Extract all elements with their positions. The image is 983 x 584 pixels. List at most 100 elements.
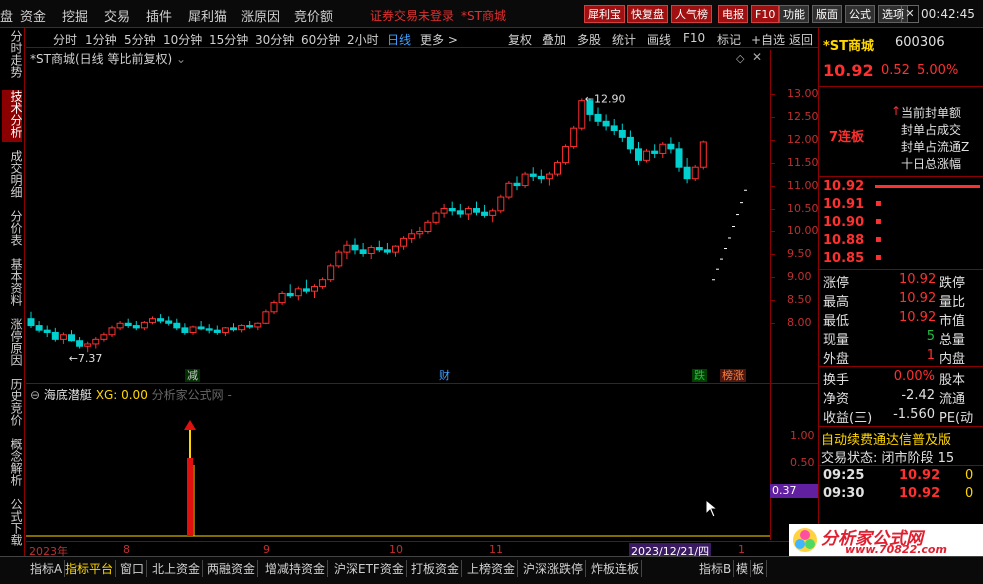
candle[interactable] [238,324,246,333]
menu-item-funds[interactable]: 资金 [20,6,46,25]
candle[interactable] [643,148,651,163]
candle[interactable] [108,325,116,338]
candle[interactable] [497,194,505,214]
candle[interactable] [311,284,318,299]
candle[interactable] [464,206,472,220]
candle[interactable] [59,332,67,344]
function-button[interactable]: 功能 [779,5,809,23]
candle[interactable] [440,203,448,218]
candle[interactable] [375,240,383,253]
menu-item-xilimao[interactable]: 犀利猫 [188,6,227,25]
candle[interactable] [149,316,156,325]
candle[interactable] [675,141,683,172]
candle[interactable] [319,277,327,289]
candle[interactable] [610,119,618,136]
candle[interactable] [213,325,221,335]
login-warning[interactable]: 证券交易未登录 [370,7,454,24]
candle[interactable] [424,220,432,234]
candle[interactable] [683,158,691,184]
quick-review-button[interactable]: 快复盘 [627,5,668,23]
period-15min[interactable]: 15分钟 [209,31,248,48]
event-marker-finance[interactable]: 财 [437,369,452,382]
candle[interactable] [392,245,399,257]
candle[interactable] [699,140,707,170]
period-60min[interactable]: 60分钟 [301,31,340,48]
candle[interactable] [545,171,553,186]
candle[interactable] [562,144,570,165]
tab-formula-download[interactable]: 公式下载 [2,498,23,550]
tool-overlay[interactable]: 叠加 [542,31,566,48]
event-marker-drop[interactable]: 跌 [692,369,707,382]
candle[interactable] [602,114,610,131]
candle[interactable] [84,341,92,353]
tab-basic-info[interactable]: 基本资料 [2,258,23,310]
candle[interactable] [456,203,464,218]
telegraph-button[interactable]: 电报 [718,5,748,23]
candle[interactable] [529,167,537,181]
popularity-button[interactable]: 人气榜 [671,5,712,23]
period-30min[interactable]: 30分钟 [255,31,294,48]
tab-rank-funds[interactable]: 上榜资金 [465,560,519,577]
menu-item-auction[interactable]: 竞价额 [294,6,333,25]
candle[interactable] [521,171,529,188]
candle[interactable] [626,130,634,154]
tool-back[interactable]: 返回 [789,31,813,48]
period-2h[interactable]: 2小时 [347,31,379,48]
tab-template[interactable]: 模 [734,560,752,577]
period-more[interactable]: 更多 > [420,31,458,48]
tab-northbound[interactable]: 北上资金 [150,560,204,577]
candle[interactable] [667,137,675,154]
candle[interactable] [116,320,124,331]
tab-price-table[interactable]: 分价表 [2,210,23,250]
candle[interactable] [132,320,140,331]
tool-adjust[interactable]: 复权 [508,31,532,48]
marquee-text[interactable]: 自动续费通达信普及版 [821,429,951,448]
candle[interactable] [635,141,642,165]
candle[interactable] [173,318,181,331]
candle[interactable] [76,337,84,349]
candle[interactable] [51,327,59,342]
candle[interactable] [230,323,237,332]
tool-multi[interactable]: 多股 [577,31,601,48]
candle[interactable] [448,201,456,216]
candle[interactable] [165,316,173,326]
indicator-chart[interactable] [26,400,770,540]
candle[interactable] [343,240,351,260]
tab-technical[interactable]: 技术分析 [2,90,23,142]
candle[interactable] [100,332,108,342]
candle[interactable] [302,279,310,294]
tab-indicator-a[interactable]: 指标A [28,560,66,577]
tab-indicator-b[interactable]: 指标B [697,560,735,577]
f10-button[interactable]: F10 [751,5,780,23]
candle[interactable] [68,330,75,342]
candle[interactable] [205,324,213,334]
candle[interactable] [140,320,148,331]
tab-limit-reason[interactable]: 涨停原因 [2,318,23,370]
candle[interactable] [197,320,205,331]
pane-divider[interactable] [26,383,818,384]
tab-holding-change[interactable]: 增减持资金 [263,560,329,577]
candle[interactable] [189,325,197,335]
period-intraday[interactable]: 分时 [53,31,77,48]
tab-history-auction[interactable]: 历史竞价 [2,378,23,430]
candle[interactable] [294,286,302,301]
candle[interactable] [505,180,513,200]
candle[interactable] [537,169,545,184]
candle[interactable] [383,242,391,255]
candle[interactable] [286,284,294,299]
candle[interactable] [262,309,270,325]
candle[interactable] [157,314,165,324]
candle[interactable] [489,208,497,223]
menu-item-limit-reason[interactable]: 涨原因 [241,6,280,25]
candle[interactable] [416,226,424,239]
event-marker-rank[interactable]: 榜涨 [720,369,746,382]
kline-chart[interactable]: ←12.90 ←7.37 [26,60,770,380]
candle[interactable] [351,238,359,255]
candle[interactable] [618,123,626,142]
candle[interactable] [594,107,602,126]
candle[interactable] [691,164,699,181]
candle[interactable] [92,337,100,349]
tab-broken-board[interactable]: 炸板连板 [589,560,643,577]
candle[interactable] [221,326,229,337]
xilibao-button[interactable]: 犀利宝 [584,5,625,23]
